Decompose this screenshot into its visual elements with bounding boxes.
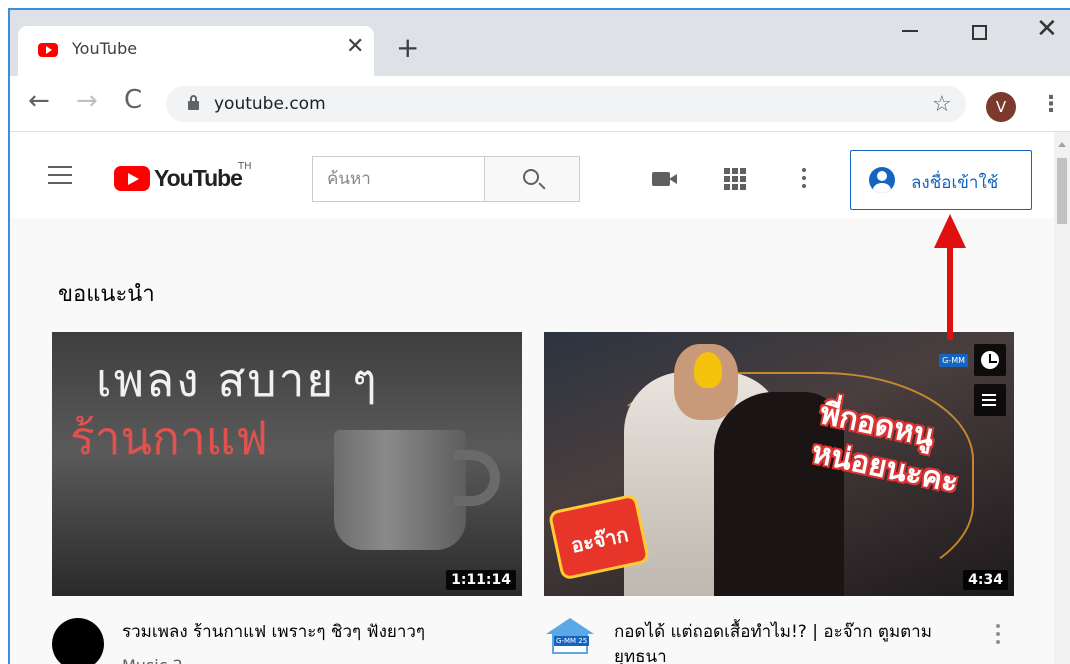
annotation-arrow — [947, 244, 953, 340]
search-input[interactable]: ค้นหา — [312, 156, 486, 202]
country-code: TH — [238, 161, 252, 172]
thumbnail-sticker — [694, 352, 722, 388]
video-thumbnail[interactable]: พี่กอดหนู หน่อยนะคะ อะจ๊าก G-MM 4:34 — [544, 332, 1014, 596]
chrome-menu-icon[interactable]: ⋮ — [1040, 94, 1062, 116]
video-title[interactable]: กอดได้ แต่ถอดเสื้อทำไม!? | อะจ๊าก ตูมตาม… — [614, 620, 984, 664]
more-options-icon[interactable] — [996, 624, 1000, 648]
settings-more-icon[interactable] — [802, 168, 806, 192]
channel-avatar[interactable] — [52, 618, 104, 664]
minimize-button[interactable] — [902, 30, 918, 32]
search-icon — [523, 169, 539, 185]
forward-arrow-icon[interactable]: → — [76, 88, 98, 114]
video-duration: 4:34 — [963, 570, 1008, 590]
window-close-button[interactable]: ✕ — [1036, 16, 1058, 42]
thumbnail-songlist — [74, 470, 394, 480]
url-text[interactable]: youtube.com — [214, 94, 326, 114]
video-thumbnail[interactable]: เพลง สบาย ๆ ร้านกาแฟ 1:11:14 — [52, 332, 522, 596]
signin-label: ลงชื่อเข้าใช้ — [911, 173, 999, 193]
youtube-favicon-icon — [38, 43, 58, 57]
coffee-mug-handle — [454, 450, 500, 506]
profile-avatar[interactable]: V — [986, 92, 1016, 122]
signin-button[interactable]: ลงชื่อเข้าใช้ — [850, 150, 1032, 210]
video-meta: G-MM 25 กอดได้ แต่ถอดเสื้อทำไม!? | อะจ๊า… — [544, 596, 1014, 664]
close-tab-icon[interactable]: ✕ — [346, 36, 364, 58]
apps-grid-icon[interactable] — [724, 168, 746, 190]
video-title[interactable]: รวมเพลง ร้านกาแฟ เพราะๆ ชิวๆ ฟังยาวๆ — [122, 620, 492, 645]
youtube-header: YouTube TH ค้นหา ลงชื่อเข้าใช้ — [10, 132, 1054, 218]
video-card[interactable]: พี่กอดหนู หน่อยนะคะ อะจ๊าก G-MM 4:34 G-M… — [544, 332, 1014, 664]
main-content: ขอแนะนำ เพลง สบาย ๆ ร้านกาแฟ 1:11:14 รวม… — [10, 218, 1054, 664]
thumbnail-subheading: ร้านกาแฟ — [70, 411, 268, 465]
tab-youtube[interactable]: YouTube ✕ — [18, 26, 374, 76]
watch-later-icon[interactable] — [974, 344, 1006, 376]
youtube-play-icon — [114, 166, 150, 191]
channel-avatar[interactable]: G-MM 25 — [544, 618, 596, 658]
channel-tag: G-MM 25 — [554, 636, 590, 646]
video-meta: รวมเพลง ร้านกาแฟ เพราะๆ ชิวๆ ฟังยาวๆ Mus… — [52, 596, 522, 664]
tab-title: YouTube — [72, 39, 138, 58]
bookmark-star-icon[interactable]: ☆ — [932, 94, 952, 116]
annotation-arrow-head — [934, 214, 966, 248]
back-arrow-icon[interactable]: ← — [28, 88, 50, 114]
address-bar[interactable]: youtube.com — [166, 86, 966, 122]
youtube-logo-text: YouTube — [154, 165, 243, 191]
tab-strip: YouTube ✕ + ✕ — [10, 10, 1070, 76]
add-to-queue-icon[interactable] — [974, 384, 1006, 416]
new-tab-button[interactable]: + — [396, 34, 419, 62]
lock-icon — [188, 95, 199, 110]
video-card[interactable]: เพลง สบาย ๆ ร้านกาแฟ 1:11:14 รวมเพลง ร้า… — [52, 332, 522, 664]
browser-toolbar: ← → C youtube.com ☆ V ⋮ — [10, 76, 1070, 132]
coffee-mug-image — [334, 430, 466, 550]
hamburger-menu-icon[interactable] — [48, 166, 72, 184]
account-icon — [869, 167, 895, 193]
maximize-button[interactable] — [972, 25, 987, 40]
channel-name[interactable]: Music 2 — [122, 656, 183, 664]
video-duration: 1:11:14 — [446, 570, 516, 590]
house-icon — [546, 618, 594, 634]
browser-window: YouTube ✕ + ✕ ← → C youtube.com ☆ V ⋮ Yo… — [8, 8, 1070, 664]
search-button[interactable] — [484, 156, 580, 202]
thumbnail-logo: G-MM — [939, 354, 968, 367]
create-video-icon[interactable] — [652, 172, 677, 186]
reload-icon[interactable]: C — [124, 87, 142, 113]
scroll-up-icon[interactable] — [1058, 142, 1066, 147]
section-title: ขอแนะนำ — [58, 282, 155, 307]
scrollbar-thumb[interactable] — [1057, 158, 1067, 224]
